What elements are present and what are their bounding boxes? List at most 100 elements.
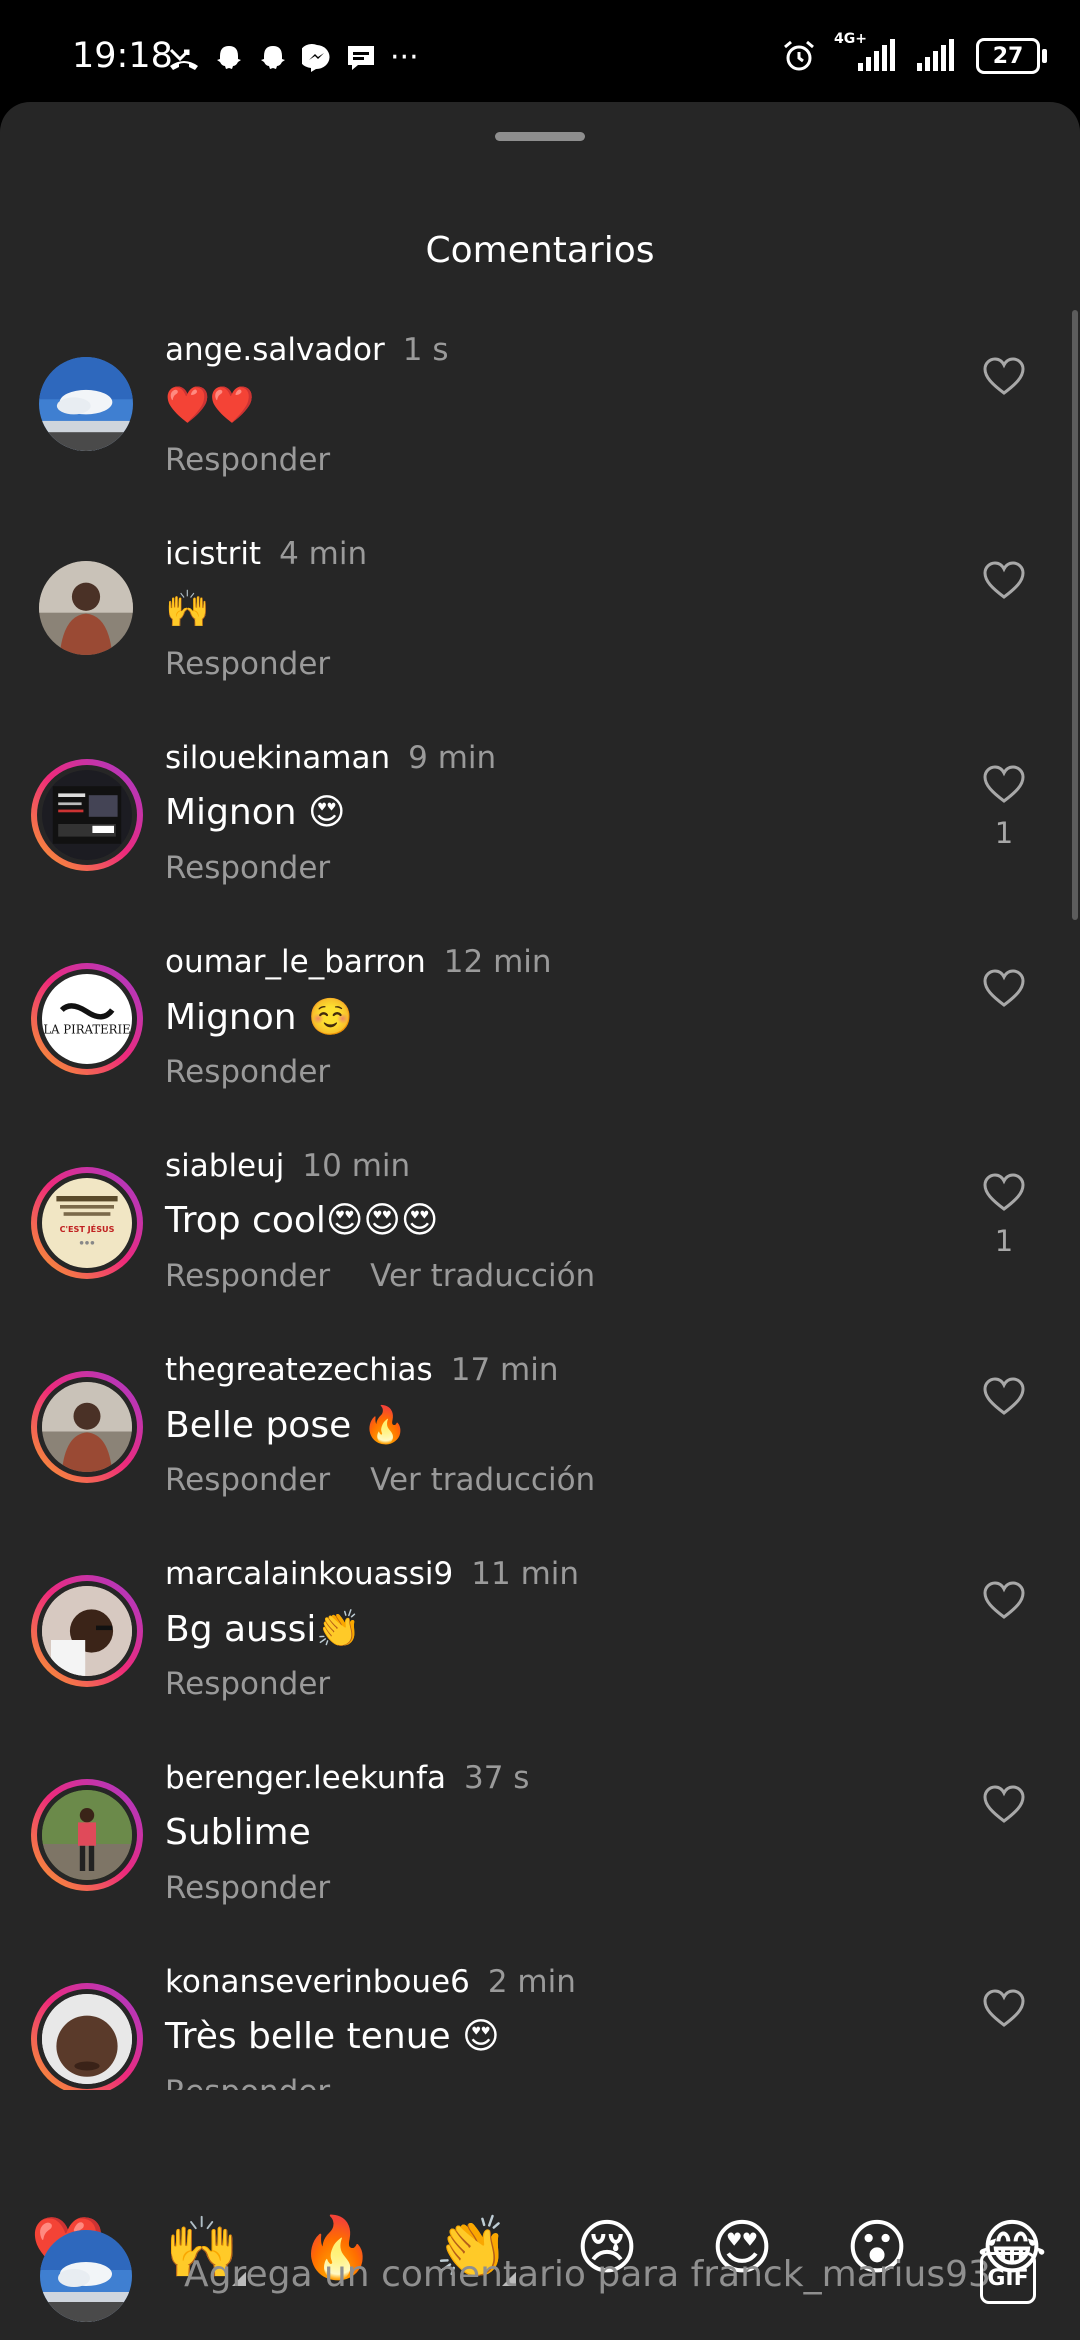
comments-sheet: Comentarios ange.salvador 1 s ❤️❤️ Responde… <box>0 102 1080 2340</box>
status-bar: 19:18 ··· 4G+ 27 <box>0 0 1080 100</box>
comment-time: 37 s <box>464 1760 530 1796</box>
network-type-label: 4G+ <box>834 31 867 47</box>
comment-username[interactable]: ange.salvador <box>165 332 385 368</box>
comment-actions: Responder <box>165 1054 330 1090</box>
comment-username[interactable]: marcalainkouassi9 <box>165 1556 453 1592</box>
sheet-title: Comentarios <box>425 230 655 271</box>
reply-button[interactable]: Responder <box>165 2074 330 2090</box>
reply-button[interactable]: Responder <box>165 1666 330 1702</box>
like-heart-icon[interactable] <box>982 1376 1026 1416</box>
comment-header: konanseverinboue6 2 min <box>165 1964 576 2000</box>
message-icon <box>348 45 374 70</box>
comment-text: Mignon 😍 <box>165 792 346 833</box>
like-heart-icon[interactable] <box>982 1784 1026 1824</box>
comment-actions: Responder <box>165 850 330 886</box>
comment-row[interactable]: icistrit 4 min 🙌 Responder <box>0 530 1080 734</box>
like-count: 1 <box>994 1224 1014 1258</box>
comment-time: 12 min <box>443 944 552 980</box>
comment-time: 1 s <box>402 332 449 368</box>
mobile-signal-1: 4G+ <box>834 31 895 71</box>
comment-username[interactable]: berenger.leekunfa <box>165 1760 446 1796</box>
comment-username[interactable]: silouekinaman <box>165 740 390 776</box>
reply-button[interactable]: Responder <box>165 1258 330 1294</box>
gif-button[interactable]: GIF <box>980 2252 1036 2304</box>
reply-button[interactable]: Responder <box>165 850 330 886</box>
story-ring-avatar[interactable] <box>31 1371 143 1483</box>
reply-button[interactable]: Responder <box>165 646 330 682</box>
comment-username[interactable]: siableuj <box>165 1148 284 1184</box>
comment-text: Bg aussi👏 <box>165 1609 362 1650</box>
comment-time: 11 min <box>471 1556 580 1592</box>
comment-row[interactable]: berenger.leekunfa 37 s Sublime Responder <box>0 1754 1080 1958</box>
like-heart-icon[interactable] <box>982 1172 1026 1212</box>
comment-username[interactable]: thegreatezechias <box>165 1352 433 1388</box>
comment-row[interactable]: ange.salvador 1 s ❤️❤️ Responder <box>0 326 1080 530</box>
reply-button[interactable]: Responder <box>165 442 330 478</box>
avatar[interactable] <box>39 357 133 451</box>
story-ring-avatar[interactable]: C'EST JÉSUS <box>31 1167 143 1279</box>
comment-text: Trop cool😍😍😍 <box>165 1200 439 1241</box>
comment-row[interactable]: thegreatezechias 17 min Belle pose 🔥 Respon… <box>0 1346 1080 1550</box>
like-heart-icon[interactable] <box>982 1580 1026 1620</box>
avatar[interactable] <box>39 561 133 655</box>
messenger-icon <box>302 43 330 72</box>
current-user-avatar <box>40 2230 132 2322</box>
battery-level: 27 <box>992 43 1024 69</box>
like-count: 1 <box>994 816 1014 850</box>
comment-username[interactable]: icistrit <box>165 536 261 572</box>
comment-row[interactable]: silouekinaman 9 min Mignon 😍 Responder 1 <box>0 734 1080 938</box>
like-heart-icon[interactable] <box>982 560 1026 600</box>
see-translation-button[interactable]: Ver traducción <box>370 1258 595 1294</box>
comment-text: Mignon ☺️ <box>165 997 353 1038</box>
snapchat-icon <box>261 45 285 69</box>
reply-button[interactable]: Responder <box>165 1870 330 1906</box>
story-ring-avatar[interactable] <box>31 1779 143 1891</box>
story-ring-avatar[interactable] <box>31 1575 143 1687</box>
drag-handle[interactable] <box>495 132 585 141</box>
comment-row[interactable]: marcalainkouassi9 11 min Bg aussi👏 Responde… <box>0 1550 1080 1754</box>
comment-actions: Responder <box>165 1666 330 1702</box>
comment-actions: Responder <box>165 646 330 682</box>
comment-header: thegreatezechias 17 min <box>165 1352 558 1388</box>
notification-icons: ··· <box>168 40 419 75</box>
signal-bars-icon <box>917 39 954 71</box>
story-ring-avatar[interactable] <box>31 759 143 871</box>
comment-text: ❤️❤️ <box>165 385 255 426</box>
comment-actions: Responder Ver traducción <box>165 1258 595 1294</box>
see-translation-button[interactable]: Ver traducción <box>370 1462 595 1498</box>
comment-time: 10 min <box>302 1148 411 1184</box>
comment-text: 🙌 <box>165 589 210 630</box>
comment-header: icistrit 4 min <box>165 536 367 572</box>
comment-time: 4 min <box>279 536 368 572</box>
comment-list[interactable]: ange.salvador 1 s ❤️❤️ Responder icistrit 4 m… <box>0 326 1080 2090</box>
comment-input[interactable]: Agrega un comentario para franck_marius9… <box>184 2254 991 2295</box>
comment-time: 2 min <box>487 1964 576 2000</box>
comment-header: silouekinaman 9 min <box>165 740 496 776</box>
snapchat-icon <box>217 45 241 69</box>
comment-actions: Responder Ver traducción <box>165 1462 595 1498</box>
reply-button[interactable]: Responder <box>165 1054 330 1090</box>
comment-header: marcalainkouassi9 11 min <box>165 1556 579 1592</box>
comment-text: Très belle tenue 😍 <box>165 2016 500 2057</box>
comment-row[interactable]: LA PIRATERIE oumar_le_barron 12 min Mignon … <box>0 938 1080 1142</box>
comment-header: berenger.leekunfa 37 s <box>165 1760 529 1796</box>
comment-text: Sublime <box>165 1812 311 1853</box>
svg-text:C'EST JÉSUS: C'EST JÉSUS <box>60 1223 115 1234</box>
comment-row[interactable]: C'EST JÉSUS siableuj 10 min Trop cool😍😍😍 Res… <box>0 1142 1080 1346</box>
more-icon: ··· <box>390 40 419 75</box>
story-ring-avatar[interactable]: LA PIRATERIE <box>31 963 143 1075</box>
like-heart-icon[interactable] <box>982 356 1026 396</box>
like-heart-icon[interactable] <box>982 968 1026 1008</box>
comment-username[interactable]: konanseverinboue6 <box>165 1964 470 2000</box>
svg-text:LA PIRATERIE: LA PIRATERIE <box>43 1022 130 1036</box>
comment-actions: Responder <box>165 2074 330 2090</box>
comment-header: ange.salvador 1 s <box>165 332 448 368</box>
comment-input-bar: Agrega un comentario para franck_marius9… <box>0 2230 1080 2340</box>
alarm-icon <box>784 40 814 71</box>
story-ring-avatar[interactable] <box>31 1983 143 2090</box>
reply-button[interactable]: Responder <box>165 1462 330 1498</box>
like-heart-icon[interactable] <box>982 1988 1026 2028</box>
comment-username[interactable]: oumar_le_barron <box>165 944 426 980</box>
like-heart-icon[interactable] <box>982 764 1026 804</box>
comment-row[interactable]: konanseverinboue6 2 min Très belle tenue 😍… <box>0 1958 1080 2090</box>
